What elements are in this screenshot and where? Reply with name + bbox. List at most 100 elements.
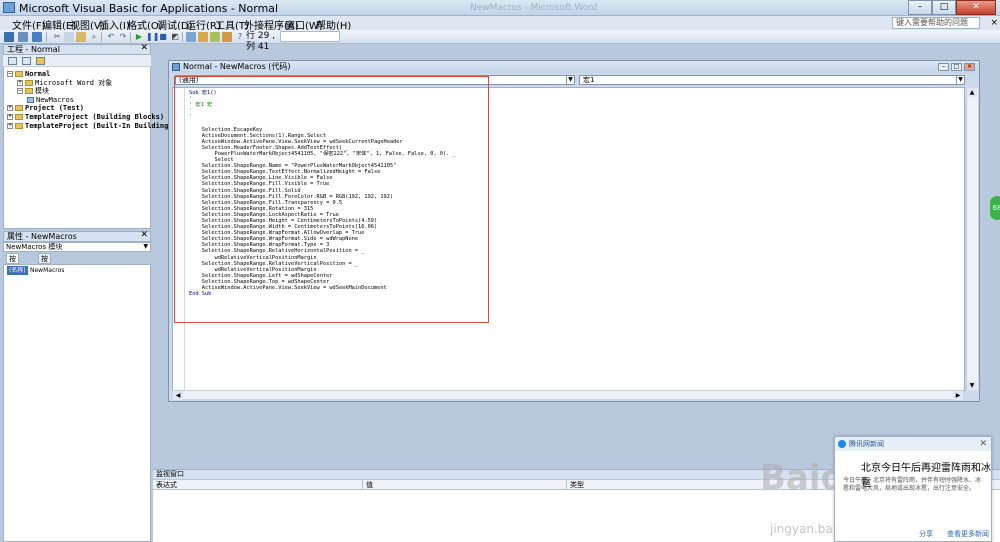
project-icon	[15, 122, 23, 129]
project-icon	[15, 114, 23, 120]
view-object-icon[interactable]	[22, 57, 31, 65]
tree-item-label: Microsoft Word 对象	[35, 78, 113, 87]
folder-icon	[25, 79, 33, 86]
expand-icon[interactable]: +	[17, 79, 23, 86]
share-link[interactable]: 分享	[919, 529, 933, 539]
code-close-button[interactable]: ×	[964, 63, 975, 71]
properties-close-icon[interactable]: ✕	[140, 231, 148, 240]
properties-object-select[interactable]: NewMacros 模块 ▼	[3, 242, 151, 252]
scroll-down-icon[interactable]: ▼	[967, 381, 977, 390]
code-restore-button[interactable]: □	[951, 63, 962, 71]
notification-header: 腾讯网新闻 ✕	[835, 437, 991, 451]
properties-window-icon[interactable]	[198, 32, 208, 42]
property-name-cell[interactable]: (名称)	[7, 266, 28, 275]
code-line[interactable]: End Sub	[189, 291, 456, 297]
redo-icon[interactable]: ↷	[118, 32, 128, 42]
more-news-link[interactable]: 查看更多新闻	[947, 529, 989, 539]
project-close-icon[interactable]: ✕	[140, 44, 148, 53]
mdi-close-icon[interactable]: ×	[990, 18, 998, 28]
expand-icon[interactable]: +	[7, 122, 13, 129]
object-browser-icon[interactable]	[210, 32, 220, 42]
menu-bar: 文件(F) 编辑(E) 视图(V) 插入(I) 格式(O) 调试(D) 运行(R…	[0, 16, 1000, 32]
insert-module-icon[interactable]	[18, 32, 28, 42]
ghost-window-title: NewMacros - Microsoft Word	[470, 3, 598, 13]
procedure-combo[interactable]: 宏1 ▼	[579, 75, 965, 85]
title-bar: Microsoft Visual Basic for Applications …	[0, 0, 1000, 16]
find-icon[interactable]: ⌕	[89, 32, 99, 42]
minimize-button[interactable]: –	[908, 0, 932, 15]
code-lines[interactable]: Sub 宏1() ' ' 宏1 宏 ' ' Selection.EscapeKey Ac…	[189, 90, 456, 297]
code-window-icon	[172, 63, 180, 71]
help-icon[interactable]: ?	[235, 32, 245, 42]
reset-icon[interactable]: ■	[158, 32, 168, 42]
code-minimize-button[interactable]: –	[938, 63, 949, 71]
tree-item-label: Project (Test)	[25, 104, 85, 113]
collapse-icon[interactable]: −	[7, 71, 13, 77]
tree-item[interactable]: + TemplateProject (Building Blocks)	[7, 113, 164, 121]
news-notification: 腾讯网新闻 ✕ 北京今日午后再迎雷阵雨和冰雹 今日午后，北京将有雷阵雨，并伴有短…	[834, 436, 992, 542]
code-editor[interactable]: Sub 宏1() ' ' 宏1 宏 ' ' Selection.EscapeKey Ac…	[172, 87, 965, 391]
project-icon	[15, 105, 23, 112]
toolbox-icon[interactable]	[222, 32, 232, 42]
tree-item-label: TemplateProject (Building Blocks)	[25, 113, 165, 121]
tree-item[interactable]: + Microsoft Word 对象	[17, 79, 112, 87]
maximize-button[interactable]: □	[932, 0, 956, 15]
watch-col-value[interactable]: 值	[363, 480, 567, 490]
chevron-down-icon[interactable]: ▼	[956, 76, 964, 84]
toggle-folders-icon[interactable]	[36, 57, 45, 65]
cursor-position-readout: 行 29 , 列 41	[246, 31, 276, 52]
tree-item[interactable]: NewMacros	[27, 96, 74, 104]
view-code-icon[interactable]	[8, 57, 17, 65]
copy-icon[interactable]	[64, 32, 74, 42]
tab-categorized[interactable]: 按分类序	[38, 253, 51, 293]
scroll-up-icon[interactable]: ▲	[967, 88, 977, 97]
horizontal-scrollbar[interactable]: ◀ ▶	[173, 390, 963, 400]
watch-col-expression[interactable]: 表达式	[153, 480, 363, 490]
break-icon[interactable]: ❚❚	[146, 32, 159, 42]
property-value-cell[interactable]: NewMacros	[30, 266, 64, 275]
notification-close-icon[interactable]: ✕	[979, 437, 987, 451]
properties-pane-title: 属性 - NewMacros ✕	[3, 231, 151, 242]
news-app-icon	[838, 440, 846, 448]
run-icon[interactable]: ▶	[134, 32, 144, 42]
toolbar-empty-field	[280, 31, 340, 42]
chevron-down-icon[interactable]: ▼	[143, 243, 148, 251]
code-window-titlebar: Normal - NewMacros (代码) – □ ×	[169, 61, 979, 73]
tree-item[interactable]: − Normal	[7, 70, 50, 78]
tree-item[interactable]: − 模块	[17, 87, 49, 95]
project-toolbar	[3, 55, 151, 67]
chevron-down-icon[interactable]: ▼	[566, 76, 574, 84]
undo-icon[interactable]: ↶	[106, 32, 116, 42]
module-icon	[27, 96, 34, 103]
properties-grid: (名称) NewMacros	[3, 264, 151, 542]
standard-toolbar: ✂ ⌕ ↶ ↷ ▶ ❚❚ ■ ◩ ? 行 29 , 列 41	[0, 30, 1000, 52]
close-button[interactable]: ✕	[956, 0, 996, 15]
vba-app-icon	[3, 2, 15, 13]
view-word-icon[interactable]	[4, 32, 14, 42]
notification-body[interactable]: 今日午后，北京将有雷阵雨，并伴有短时强降水、冰雹和雷电大风，局地或出现冰雹，出行…	[843, 477, 983, 493]
design-mode-icon[interactable]: ◩	[170, 32, 180, 42]
cut-icon[interactable]: ✂	[52, 32, 62, 42]
collapse-icon[interactable]: −	[17, 88, 23, 95]
project-icon	[15, 71, 23, 77]
save-icon[interactable]	[32, 32, 42, 42]
vertical-scrollbar[interactable]: ▲ ▼	[966, 88, 978, 390]
window-title: Microsoft Visual Basic for Applications …	[19, 2, 279, 15]
side-badge[interactable]: 68	[990, 196, 1000, 220]
project-pane-title: 工程 - Normal ✕	[3, 44, 151, 55]
expand-icon[interactable]: +	[7, 105, 13, 112]
expand-icon[interactable]: +	[7, 114, 13, 120]
help-search-input[interactable]: 键入需要帮助的问题	[892, 17, 980, 29]
folder-icon	[25, 88, 33, 95]
code-margin-gutter[interactable]	[173, 88, 185, 390]
tree-item[interactable]: + Project (Test)	[7, 104, 84, 112]
tree-item-label: 模块	[35, 87, 49, 96]
project-explorer-icon[interactable]	[186, 32, 196, 42]
paste-icon[interactable]	[76, 32, 86, 42]
tree-item[interactable]: + TemplateProject (Built-In Building	[7, 122, 168, 130]
scroll-left-icon[interactable]: ◀	[173, 391, 183, 400]
tree-item-label: Normal	[25, 70, 51, 78]
tab-alphabetic[interactable]: 按字母序	[6, 253, 19, 293]
scroll-right-icon[interactable]: ▶	[953, 391, 963, 400]
object-combo[interactable]: (通用) ▼	[175, 75, 575, 85]
